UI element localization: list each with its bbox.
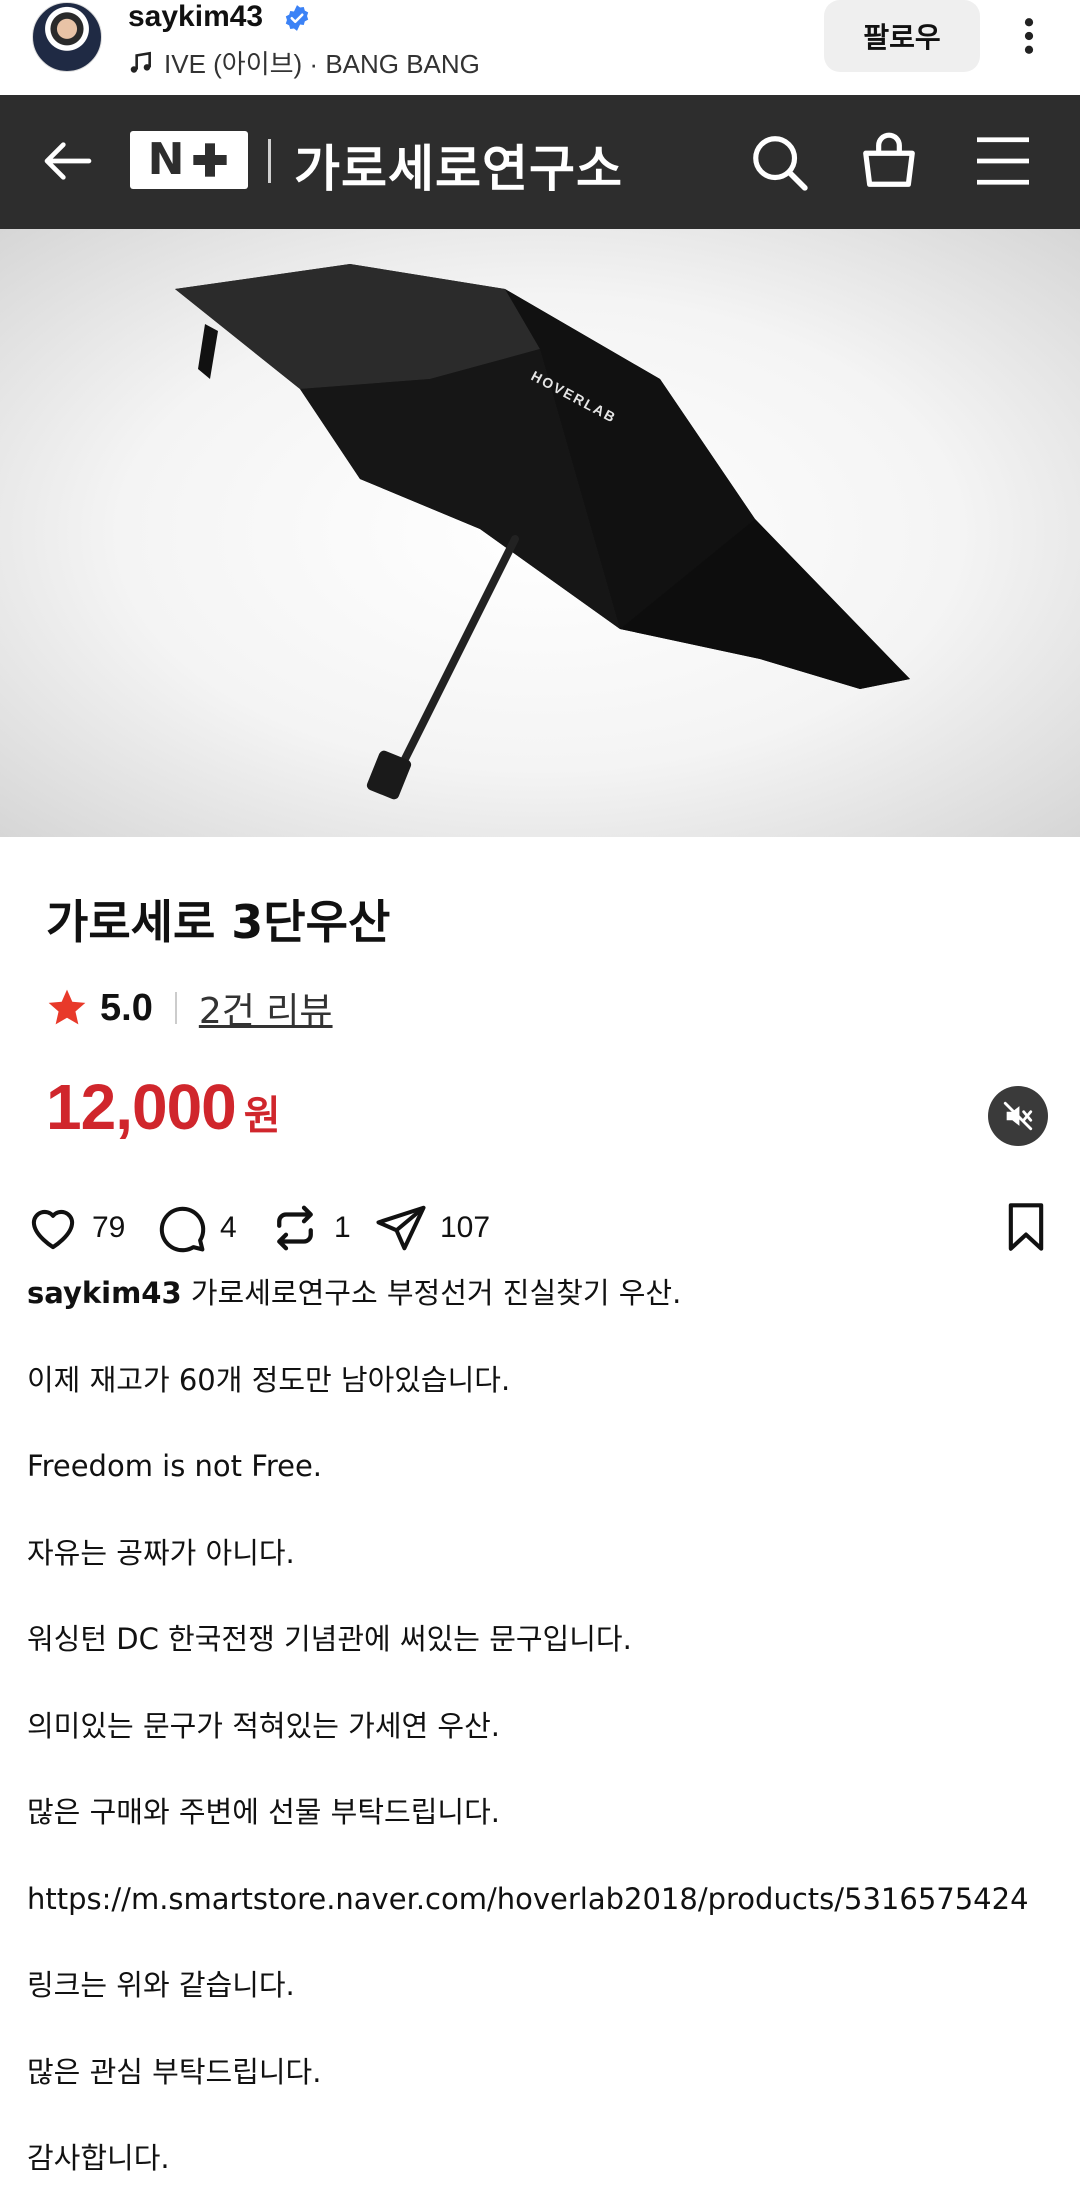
caption-author[interactable]: saykim43 xyxy=(27,1276,182,1310)
more-vertical-icon[interactable] xyxy=(1012,14,1046,58)
rating-divider xyxy=(174,992,177,1024)
caption-line: Freedom is not Free. xyxy=(27,1449,323,1483)
review-count-link[interactable]: 2건 리뷰 xyxy=(199,982,333,1034)
umbrella-illustration: HOVERLAB xyxy=(175,264,910,800)
store-name[interactable]: 가로세로연구소 xyxy=(294,129,623,201)
like-count: 79 xyxy=(92,1211,126,1244)
verified-badge-icon xyxy=(285,5,309,31)
video-bottom-edge xyxy=(0,1168,1080,1180)
repost-icon xyxy=(277,1205,313,1251)
caption-line: 이제 재고가 60개 정도만 남아있습니다. xyxy=(27,1362,511,1397)
avatar[interactable] xyxy=(32,2,102,72)
speaker-muted-icon xyxy=(1003,1101,1033,1131)
music-title: IVE (아이브) · BANG BANG xyxy=(164,49,480,79)
post-header: saykim43 IVE (아이브) · BANG BANG 팔로우 xyxy=(0,0,1080,95)
comment-icon xyxy=(159,1206,206,1253)
caption-line: 의미있는 문구가 적혀있는 가세연 우산. xyxy=(27,1708,500,1743)
share-action[interactable]: 107 xyxy=(374,1196,490,1260)
star-icon xyxy=(48,989,86,1025)
product-image[interactable]: HOVERLAB xyxy=(0,229,1080,837)
price-value: 12,000 xyxy=(46,1071,237,1143)
logo-letter: N xyxy=(147,134,185,185)
post-caption: saykim43 가로세로연구소 부정선거 진실찾기 우산. 이제 재고가 60… xyxy=(27,1272,1057,2190)
caption-first-text: 가로세로연구소 부정선거 진실찾기 우산. xyxy=(181,1276,682,1310)
rating-value: 5.0 xyxy=(100,986,153,1029)
rating-row: 5.0 2건 리뷰 xyxy=(44,982,333,1034)
like-action[interactable]: 79 xyxy=(26,1196,125,1260)
nav-divider xyxy=(268,139,271,183)
caption-line: 링크는 위와 같습니다. xyxy=(27,1968,295,2002)
price-unit: 원 xyxy=(243,1093,281,1139)
shopping-bag-icon[interactable] xyxy=(858,129,920,193)
caption-line: 자유는 공짜가 아니다. xyxy=(27,1535,295,1570)
post-username[interactable]: saykim43 xyxy=(128,0,263,34)
caption-link[interactable]: https://m.smartstore.naver.com/hoverlab2… xyxy=(27,1878,1057,1965)
caption-line: 많은 구매와 주변에 선물 부탁드립니다. xyxy=(27,1795,500,1829)
mute-button[interactable] xyxy=(988,1086,1048,1146)
comment-count: 4 xyxy=(220,1211,237,1244)
follow-button[interactable]: 팔로우 xyxy=(824,0,980,72)
share-count: 107 xyxy=(440,1211,491,1244)
bookmark-icon[interactable] xyxy=(1000,1200,1052,1254)
plus-icon xyxy=(193,143,228,177)
caption-line: 많은 관심 부탁드립니다. xyxy=(27,2054,322,2089)
repost-count: 1 xyxy=(334,1211,351,1244)
product-title: 가로세로 3단우산 xyxy=(46,895,391,949)
heart-icon xyxy=(31,1209,75,1250)
send-icon xyxy=(376,1205,426,1251)
music-note-icon xyxy=(130,51,151,73)
caption-line: 감사합니다. xyxy=(27,2141,170,2175)
music-line[interactable]: IVE (아이브) · BANG BANG xyxy=(128,44,480,81)
repost-action[interactable]: 1 xyxy=(268,1196,351,1260)
naver-plus-logo[interactable]: N xyxy=(130,131,248,189)
caption-first-line: saykim43 가로세로연구소 부정선거 진실찾기 우산. xyxy=(27,1272,1057,1359)
price-row: 12,000 원 xyxy=(46,1070,281,1144)
comment-action[interactable]: 4 xyxy=(154,1196,237,1260)
hamburger-menu-icon[interactable] xyxy=(974,135,1032,187)
search-icon[interactable] xyxy=(748,131,810,193)
store-nav-bar: N 가로세로연구소 xyxy=(0,95,1080,229)
action-bar: 79 4 1 107 xyxy=(0,1196,1080,1260)
caption-line: 워싱턴 DC 한국전쟁 기념관에 써있는 문구입니다. xyxy=(27,1622,632,1656)
back-arrow-icon[interactable] xyxy=(40,133,96,189)
